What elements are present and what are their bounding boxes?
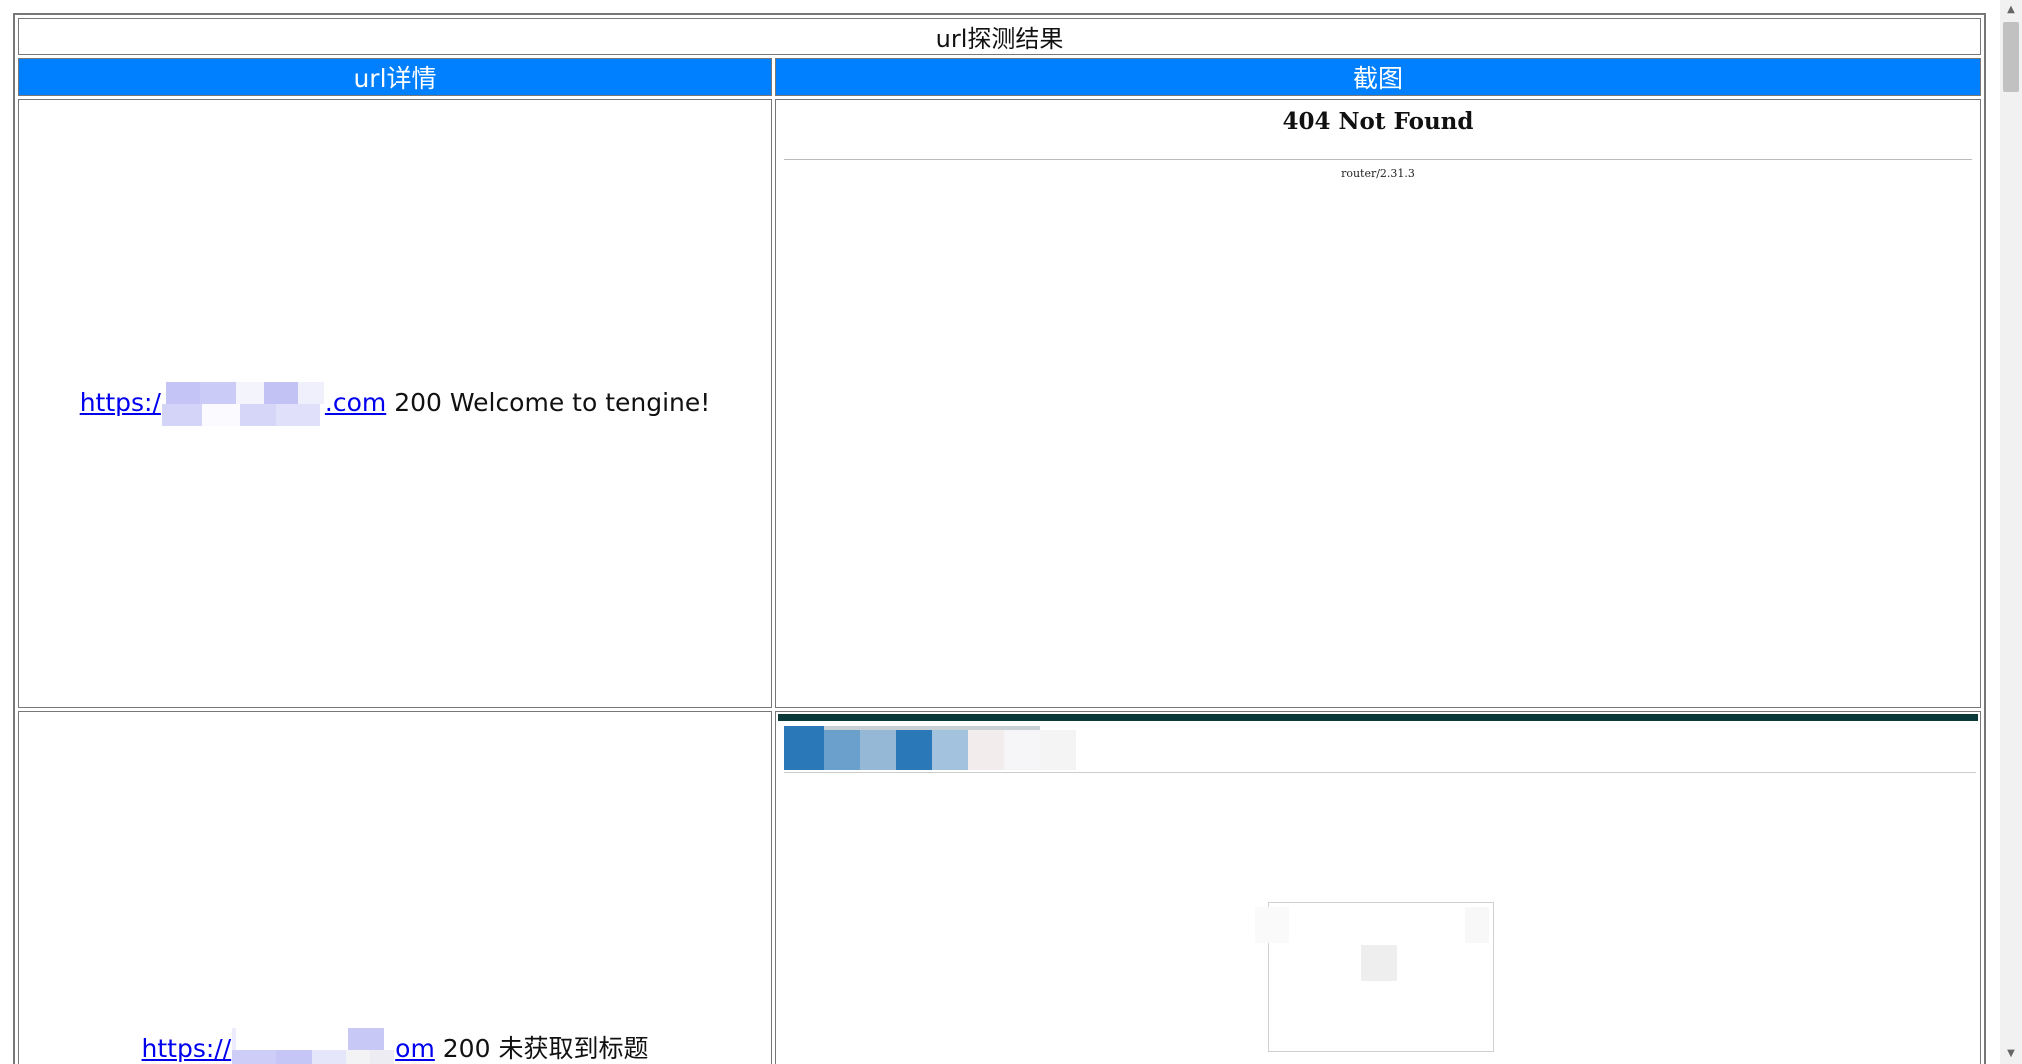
url-detail-cell: https:// om 200 未获取到标题: [18, 711, 772, 1064]
triangle-up-icon[interactable]: ▲: [2000, 0, 2022, 20]
page-title-text: 未获取到标题: [498, 1034, 649, 1063]
url-link[interactable]: https:// om: [141, 1028, 435, 1064]
url-link-prefix: https://: [141, 1034, 232, 1063]
screenshot-server-version: router/2.31.3: [1341, 167, 1415, 180]
page-viewport: url探测结果 url详情 截图 https:/ .com 200 Welcom…: [0, 0, 2022, 1064]
screenshot-divider: [784, 159, 1972, 160]
redacted-logo: [784, 726, 1080, 770]
url-link-prefix: https:/: [79, 387, 161, 417]
url-link[interactable]: https:/ .com: [79, 381, 387, 426]
column-header-url-detail: url详情: [18, 58, 772, 96]
screenshot-cell: 404 Not Found router/2.31.3: [775, 99, 1981, 708]
column-header-screenshot: 截图: [775, 58, 1981, 96]
screenshot-cell: [775, 711, 1981, 1064]
table-row: https:/ .com 200 Welcome to tengine! 404…: [18, 99, 1981, 708]
vertical-scrollbar[interactable]: ▲ ▼: [2000, 0, 2022, 1064]
screenshot-content-box: [1255, 902, 1494, 1052]
redacted-url-block: [232, 1028, 395, 1064]
triangle-down-icon[interactable]: ▼: [2000, 1044, 2022, 1064]
screenshot-site-page: [776, 712, 1980, 1064]
status-code: 200: [394, 387, 442, 417]
url-detail-cell: https:/ .com 200 Welcome to tengine!: [18, 99, 772, 708]
table-title: url探测结果: [18, 18, 1981, 55]
url-results-table: url探测结果 url详情 截图 https:/ .com 200 Welcom…: [13, 13, 1986, 1064]
url-link-suffix: .com: [324, 387, 387, 417]
redacted-url-block: [161, 381, 324, 426]
page-title-text: Welcome to tengine!: [449, 387, 711, 417]
screenshot-divider: [784, 772, 1976, 773]
url-link-suffix: om: [395, 1034, 435, 1063]
screenshot-not-found-page: 404 Not Found router/2.31.3: [776, 100, 1980, 707]
screenshot-heading: 404 Not Found: [1282, 108, 1474, 135]
status-code: 200: [442, 1034, 491, 1063]
scrollbar-thumb[interactable]: [2003, 22, 2019, 92]
table-row: https:// om 200 未获取到标题: [18, 711, 1981, 1064]
screenshot-top-bar: [778, 714, 1978, 721]
